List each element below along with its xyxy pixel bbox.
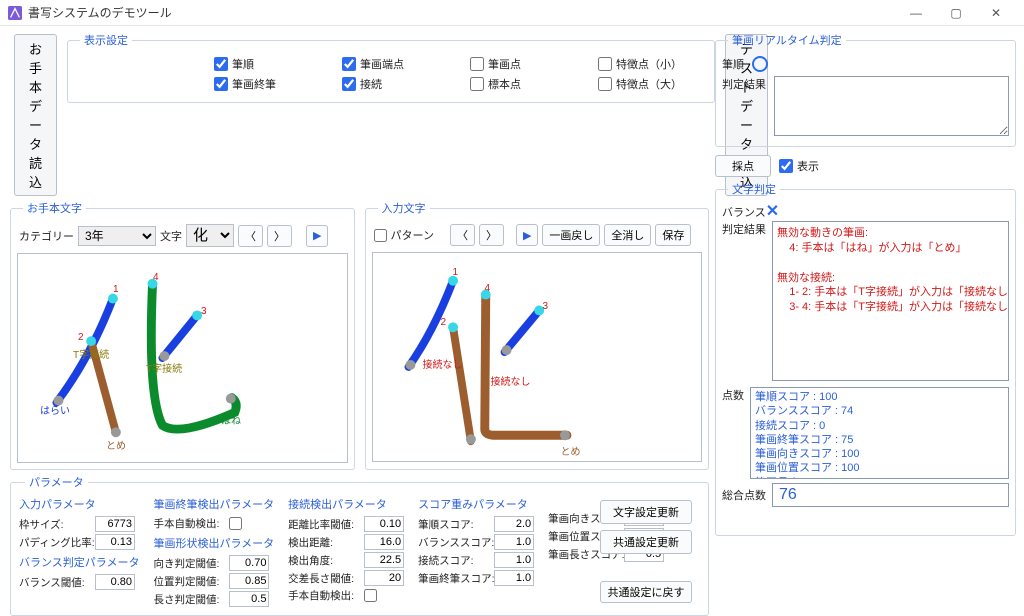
display-cb-1[interactable] — [342, 57, 356, 71]
endstroke-auto-checkbox[interactable] — [229, 517, 242, 530]
no-connect-2: 接続なし — [491, 373, 531, 388]
window-close-button[interactable]: ✕ — [976, 1, 1016, 25]
no-connect-1: 接続なし — [423, 356, 463, 371]
w-order-input[interactable] — [494, 516, 534, 532]
display-cb-6[interactable] — [470, 77, 484, 91]
window-minimize-button[interactable]: — — [896, 1, 936, 25]
weight-params-head: スコア重みパラメータ — [418, 496, 534, 512]
update-char-button[interactable]: 文字設定更新 — [600, 500, 692, 524]
clear-button[interactable]: 全消し — [604, 224, 651, 246]
update-common-button[interactable]: 共通設定更新 — [600, 530, 692, 554]
show-checkbox[interactable] — [779, 159, 793, 173]
order-label: 筆順 — [722, 56, 744, 72]
conn-auto-checkbox[interactable] — [364, 589, 377, 602]
category-select[interactable]: 3年 — [78, 226, 156, 246]
input-canvas[interactable]: 1 2 3 4 接続なし 接続なし とめ — [372, 252, 703, 462]
display-cb-4[interactable] — [214, 77, 228, 91]
input-next-button[interactable]: 〉 — [479, 224, 504, 246]
save-button[interactable]: 保存 — [655, 224, 691, 246]
rt-result-label: 判定結果 — [722, 76, 766, 92]
tome-label: とめ — [106, 437, 126, 452]
display-cb-0[interactable] — [214, 57, 228, 71]
harai-label: はらい — [40, 402, 70, 417]
t-connect-1: T字接続 — [73, 346, 109, 361]
judge-result-label: 判定結果 — [722, 221, 766, 237]
balance-label: バランス — [722, 207, 766, 219]
padding-input[interactable] — [95, 534, 135, 550]
w-end-input[interactable] — [494, 570, 534, 586]
conn-angle-input[interactable] — [364, 552, 404, 568]
balance-params-head: バランス判定パラメータ — [19, 554, 139, 570]
display-cb-3[interactable] — [598, 57, 612, 71]
pos-threshold-input[interactable] — [229, 573, 269, 589]
balance-threshold-input[interactable] — [95, 574, 135, 590]
w-connect-input[interactable] — [494, 552, 534, 568]
realtime-panel: 筆画リアルタイム判定 筆順 判定結果 — [715, 32, 1016, 147]
params-legend: パラメータ — [25, 474, 88, 490]
display-settings-legend: 表示設定 — [80, 32, 132, 48]
category-label: カテゴリー — [19, 228, 74, 244]
balance-x-icon: ✕ — [766, 203, 779, 220]
input-params-head: 入力パラメータ — [19, 496, 139, 512]
t-connect-2: T字接続 — [146, 360, 182, 375]
titlebar: 書写システムのデモツール — ▢ ✕ — [0, 0, 1024, 26]
hane-label: はね — [221, 412, 241, 427]
score-button[interactable]: 採点 — [715, 155, 771, 177]
w-balance-input[interactable] — [494, 534, 534, 550]
rt-result-box[interactable] — [774, 76, 1009, 136]
conn-params-head: 接続検出パラメータ — [288, 496, 404, 512]
order-status-icon — [752, 56, 768, 72]
app-icon — [8, 6, 22, 20]
params-panel: パラメータ 入力パラメータ 枠サイズ: パディング比率: バランス判定パラメータ… — [10, 474, 709, 616]
conn-ratio-input[interactable] — [364, 516, 404, 532]
reset-common-button[interactable]: 共通設定に戻す — [600, 581, 692, 603]
input-prev-button[interactable]: 〈 — [450, 224, 475, 246]
model-prev-button[interactable]: 〈 — [238, 225, 263, 247]
model-legend: お手本文字 — [23, 200, 86, 216]
display-cb-7[interactable] — [598, 77, 612, 91]
char-select[interactable]: 化 — [186, 224, 234, 247]
total-label: 総合点数 — [722, 487, 766, 503]
display-cb-2[interactable] — [470, 57, 484, 71]
char-judge-panel: 文字判定 バランス✕ 判定結果 無効な動きの筆画: 4: 手本は「はね」が入力は… — [715, 181, 1016, 536]
len-threshold-input[interactable] — [229, 591, 269, 607]
tome-label-2: とめ — [561, 443, 581, 458]
endstroke-params-head: 筆画終筆検出パラメータ — [153, 496, 274, 512]
model-panel: お手本文字 カテゴリー 3年 文字 化 〈 〉 ▶ — [10, 200, 355, 470]
shape-params-head: 筆画形状検出パラメータ — [153, 535, 274, 551]
char-judge-legend: 文字判定 — [728, 181, 780, 197]
pattern-checkbox[interactable] — [374, 229, 387, 242]
window-title: 書写システムのデモツール — [28, 4, 896, 21]
input-panel: 入力文字 パターン 〈 〉 ▶ 一画戻し 全消し 保存 — [365, 200, 710, 470]
score-label: 点数 — [722, 387, 744, 403]
model-play-button[interactable]: ▶ — [306, 225, 328, 247]
conn-cross-input[interactable] — [364, 570, 404, 586]
input-legend: 入力文字 — [378, 200, 430, 216]
model-canvas: 1 2 3 4 T字接続 T字接続 はらい とめ はね — [17, 253, 348, 463]
pattern-label: パターン — [391, 227, 434, 243]
char-label: 文字 — [160, 228, 182, 244]
conn-dist-input[interactable] — [364, 534, 404, 550]
total-score-output — [772, 483, 1009, 507]
judge-result-box[interactable]: 無効な動きの筆画: 4: 手本は「はね」が入力は「とめ」 無効な接続: 1- 2… — [772, 221, 1009, 381]
undo-button[interactable]: 一画戻し — [542, 224, 600, 246]
display-settings: 表示設定 筆順筆画端点筆画点特徴点（小）筆画終筆接続標本点特徴点（大） — [67, 32, 715, 103]
frame-size-input[interactable] — [95, 516, 135, 532]
display-cb-5[interactable] — [342, 77, 356, 91]
dir-threshold-input[interactable] — [229, 555, 269, 571]
window-maximize-button[interactable]: ▢ — [936, 1, 976, 25]
model-next-button[interactable]: 〉 — [267, 225, 292, 247]
load-model-button[interactable]: お手本データ読込 — [14, 34, 57, 196]
input-play-button[interactable]: ▶ — [516, 224, 538, 246]
score-list-box[interactable]: 筆順スコア : 100バランススコア : 74接続スコア : 0筆画終筆スコア … — [750, 387, 1009, 479]
realtime-legend: 筆画リアルタイム判定 — [728, 32, 846, 48]
